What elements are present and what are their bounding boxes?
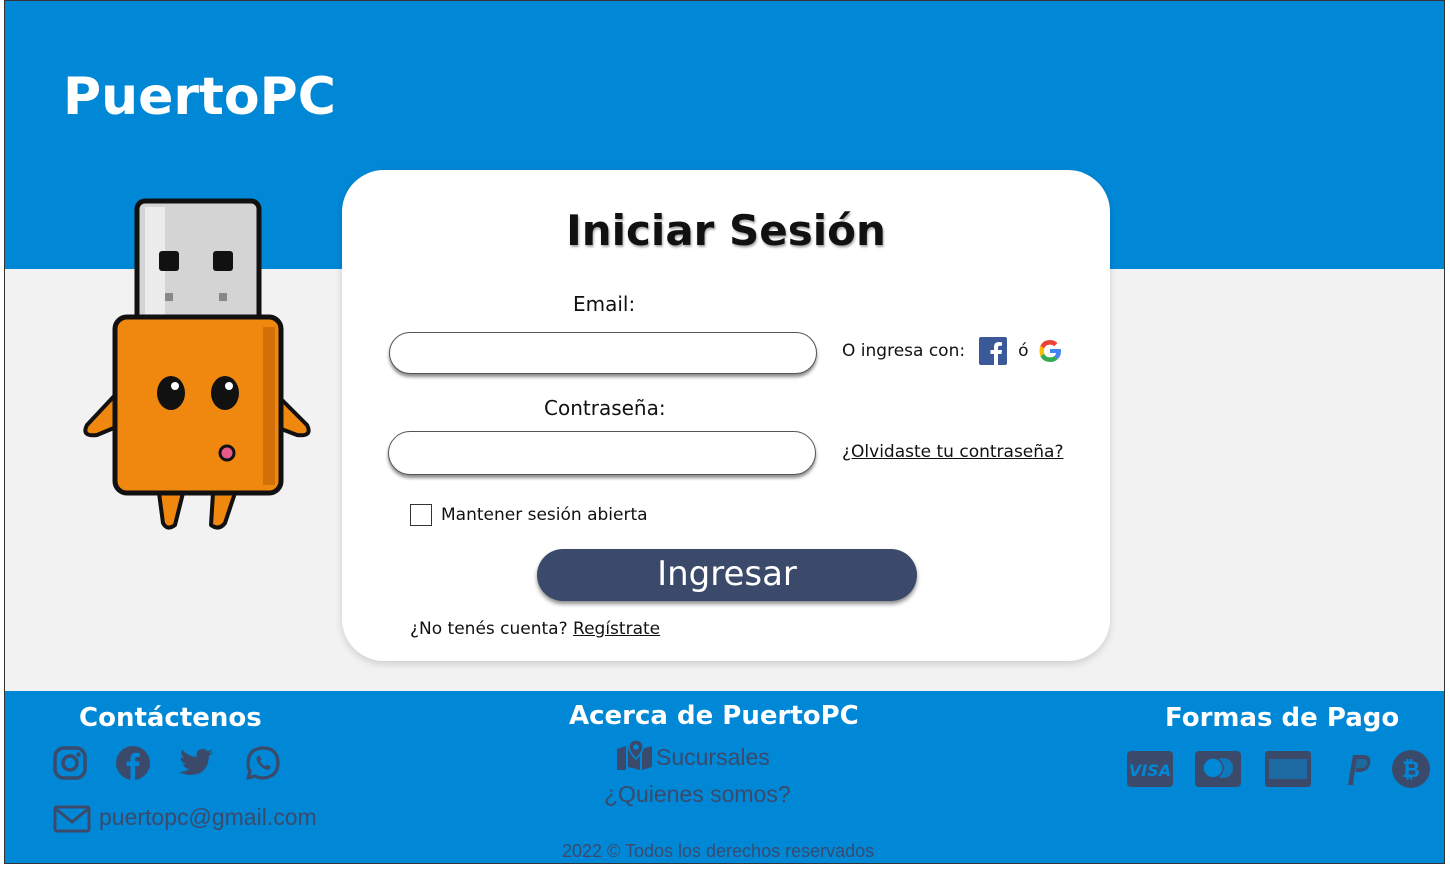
branches-link[interactable]: Sucursales: [656, 744, 770, 771]
password-label: Contraseña:: [544, 396, 666, 420]
paypal-icon: [1348, 755, 1371, 785]
password-field[interactable]: [388, 431, 816, 475]
social-login: O ingresa con: ó: [842, 337, 1063, 365]
mastercard-icon: [1195, 751, 1241, 787]
contact-title: Contáctenos: [79, 703, 262, 733]
mail-icon: [53, 805, 91, 833]
usb-mascot-illustration: [83, 198, 311, 530]
no-account-text: ¿No tenés cuenta?: [410, 619, 568, 639]
about-us-link[interactable]: ¿Quienes somos?: [604, 781, 791, 808]
footer: Contáctenos puertopc@gmail.com Acerca de…: [5, 691, 1444, 863]
svg-text:₿: ₿: [1402, 758, 1420, 783]
whatsapp-icon[interactable]: [245, 745, 281, 781]
about-title: Acerca de PuertoPC: [569, 701, 859, 731]
remember-me-row: Mantener sesión abierta: [410, 504, 648, 526]
contact-email[interactable]: puertopc@gmail.com: [99, 804, 317, 831]
facebook-icon: [990, 342, 1003, 365]
register-link[interactable]: Regístrate: [573, 619, 660, 639]
visa-icon: VISA: [1127, 751, 1173, 787]
forgot-password-link[interactable]: ¿Olvidaste tu contraseña?: [842, 442, 1063, 462]
alt-login-text: O ingresa con:: [842, 341, 966, 361]
email-label: Email:: [573, 292, 636, 316]
login-button[interactable]: Ingresar: [537, 549, 917, 601]
amex-icon: [1265, 751, 1311, 787]
google-login-icon[interactable]: [1037, 338, 1063, 364]
login-card: Iniciar Sesión Email: O ingresa con: ó C…: [342, 170, 1110, 661]
signup-prompt: ¿No tenés cuenta? Regístrate: [410, 619, 660, 639]
payments-title: Formas de Pago: [1165, 703, 1400, 733]
bitcoin-icon: ₿: [1392, 750, 1430, 788]
remember-me-label[interactable]: Mantener sesión abierta: [441, 505, 648, 525]
twitter-icon[interactable]: [178, 745, 214, 781]
facebook-login-icon[interactable]: [979, 337, 1008, 365]
svg-text:VISA: VISA: [1129, 761, 1171, 780]
map-icon: [617, 739, 652, 770]
login-title: Iniciar Sesión: [566, 206, 886, 255]
remember-me-checkbox[interactable]: [410, 504, 432, 526]
email-field[interactable]: [389, 332, 817, 374]
facebook-icon[interactable]: [115, 745, 151, 781]
copyright-text: 2022 © Todos los derechos reservados: [562, 841, 875, 861]
instagram-icon[interactable]: [52, 745, 88, 781]
alt-login-or: ó: [1018, 341, 1029, 361]
brand-logo[interactable]: PuertoPC: [63, 67, 336, 127]
page-frame: PuertoPC Iniciar Sesión Email: O ingresa…: [4, 0, 1445, 864]
